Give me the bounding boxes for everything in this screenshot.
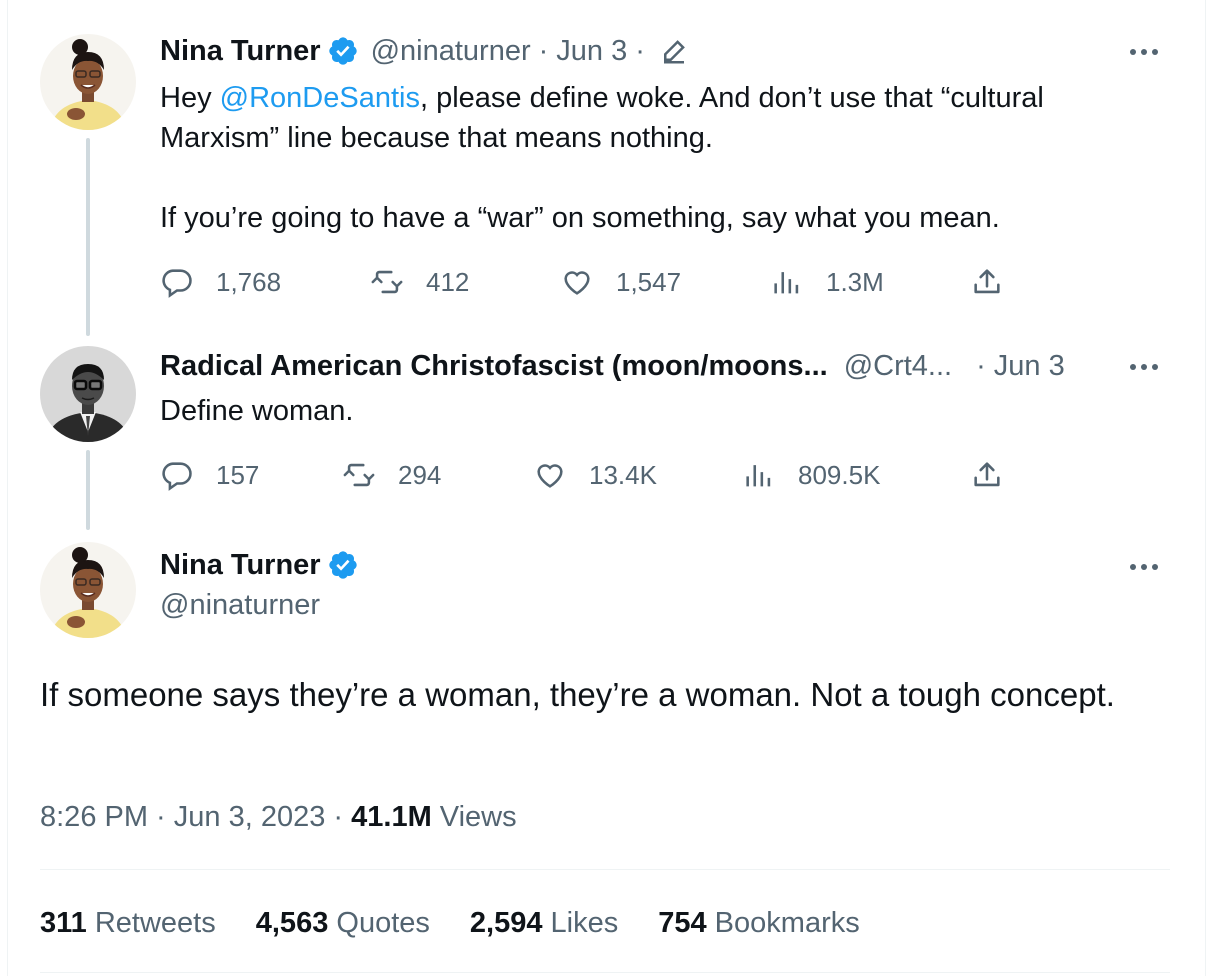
more-dots-icon (1152, 364, 1158, 370)
views-icon (774, 272, 799, 294)
retweet-icon (343, 463, 375, 487)
more-dots-icon (1130, 364, 1136, 370)
retweets-stat[interactable]: 311 Retweets (40, 903, 216, 943)
author-name[interactable]: Nina Turner (160, 34, 321, 68)
main-tweet-header: Nina Turner @ninaturner (160, 545, 371, 625)
retweets-count: 311 (40, 907, 87, 939)
like-icon (537, 464, 563, 488)
tweet-actions: 1,768 412 1,547 1.3M (160, 262, 1020, 302)
views-icon (746, 465, 771, 487)
views-label: Views (431, 801, 517, 833)
engagement-stats: 311 Retweets 4,563 Quotes 2,594 Likes 75… (40, 903, 900, 943)
main-tweet-text: If someone says they’re a woman, they’re… (40, 676, 1115, 713)
retweet-button[interactable]: 294 (342, 455, 441, 495)
more-dots-icon (1141, 364, 1147, 370)
avatar-nina-turner[interactable] (40, 542, 136, 638)
tweet-text-paragraph: If you’re going to have a “war” on somet… (160, 202, 1000, 234)
more-dots-icon (1130, 49, 1136, 55)
quotes-label: Quotes (328, 907, 430, 939)
reply-count: 1,768 (216, 266, 282, 297)
more-dots-icon (1152, 564, 1158, 570)
views-button[interactable]: 809.5K (742, 455, 880, 495)
verified-badge-icon (328, 551, 357, 579)
retweet-count: 294 (398, 459, 442, 490)
tweet-text: Hey @RonDeSantis, please define woke. An… (160, 78, 1140, 158)
mention-link[interactable]: @RonDeSantis (220, 82, 420, 114)
share-button[interactable] (970, 455, 1026, 495)
view-count: 41.1M (351, 801, 432, 833)
more-dots-icon (1152, 49, 1158, 55)
verified-badge-icon (328, 37, 357, 65)
more-options-button[interactable] (1124, 557, 1164, 577)
retweet-button[interactable]: 412 (370, 262, 469, 302)
reply-icon (162, 269, 192, 298)
tweet-timestamp: 8:26 PM · Jun 3, 2023 · 41.1M Views (40, 797, 517, 837)
author-name-row: Nina Turner (160, 545, 371, 585)
more-dots-icon (1130, 564, 1136, 570)
tweet-header: Radical American Christofascist (moon/mo… (160, 349, 1065, 383)
more-dots-icon (1141, 49, 1147, 55)
reply-count: 157 (216, 459, 260, 490)
likes-count: 2,594 (469, 907, 543, 939)
retweet-icon (371, 270, 403, 294)
avatar-portrait (40, 542, 136, 638)
bookmarks-stat[interactable]: 754 Bookmarks (658, 903, 860, 943)
divider (40, 972, 1170, 973)
separator-dot: · (538, 35, 549, 67)
likes-label: Likes (542, 907, 619, 939)
author-name[interactable]: Nina Turner (160, 545, 321, 585)
tweet-header: Nina Turner @ninaturner · Jun 3 · (160, 34, 689, 68)
avatar-nina-turner[interactable] (40, 34, 136, 130)
bookmarks-label: Bookmarks (706, 907, 860, 939)
thread-connector (86, 450, 90, 530)
like-button[interactable]: 1,547 (560, 262, 681, 302)
reply-button[interactable]: 157 (160, 455, 259, 495)
bookmarks-count: 754 (658, 907, 707, 939)
separator-dot: · (635, 35, 645, 67)
author-name[interactable]: Radical American Christofascist (moon/mo… (160, 349, 828, 383)
more-options-button[interactable] (1124, 42, 1164, 62)
like-count: 13.4K (589, 459, 657, 490)
share-icon (974, 462, 1000, 487)
edit-pencil-icon[interactable] (659, 36, 689, 66)
views-button[interactable]: 1.3M (770, 262, 884, 302)
avatar-reply-author[interactable] (40, 346, 136, 442)
avatar-portrait (40, 346, 136, 442)
reply-button[interactable]: 1,768 (160, 262, 281, 302)
like-icon (564, 271, 590, 295)
view-count: 809.5K (798, 459, 881, 490)
more-dots-icon (1141, 564, 1147, 570)
quotes-stat[interactable]: 4,563 Quotes (256, 903, 430, 943)
tweet-time-link[interactable]: 8:26 PM · Jun 3, 2023 · (40, 801, 351, 833)
reply-icon (162, 462, 192, 491)
tweet-date[interactable]: · Jun 3 (976, 349, 1065, 383)
more-options-button[interactable] (1124, 357, 1164, 377)
tweet-text: Define woman. (160, 395, 354, 427)
like-button[interactable]: 13.4K (533, 455, 657, 495)
thread-connector (86, 138, 90, 336)
tweet-text-part: Hey (160, 82, 220, 114)
author-handle[interactable]: @ninaturner (371, 34, 531, 68)
tweet-date[interactable]: Jun 3 (556, 34, 627, 68)
retweets-label: Retweets (86, 907, 216, 939)
likes-stat[interactable]: 2,594 Likes (470, 903, 618, 943)
author-handle[interactable]: @ninaturner (160, 585, 371, 625)
like-count: 1,547 (616, 266, 682, 297)
author-handle[interactable]: @Crt4... (844, 349, 952, 383)
share-icon (974, 269, 1000, 294)
view-count: 1.3M (826, 266, 884, 297)
share-button[interactable] (970, 262, 1026, 302)
tweet-actions: 157 294 13.4K 809.5K (160, 455, 1020, 495)
divider (40, 869, 1170, 870)
avatar-portrait (40, 34, 136, 130)
retweet-count: 412 (426, 266, 470, 297)
quotes-count: 4,563 (255, 907, 329, 939)
